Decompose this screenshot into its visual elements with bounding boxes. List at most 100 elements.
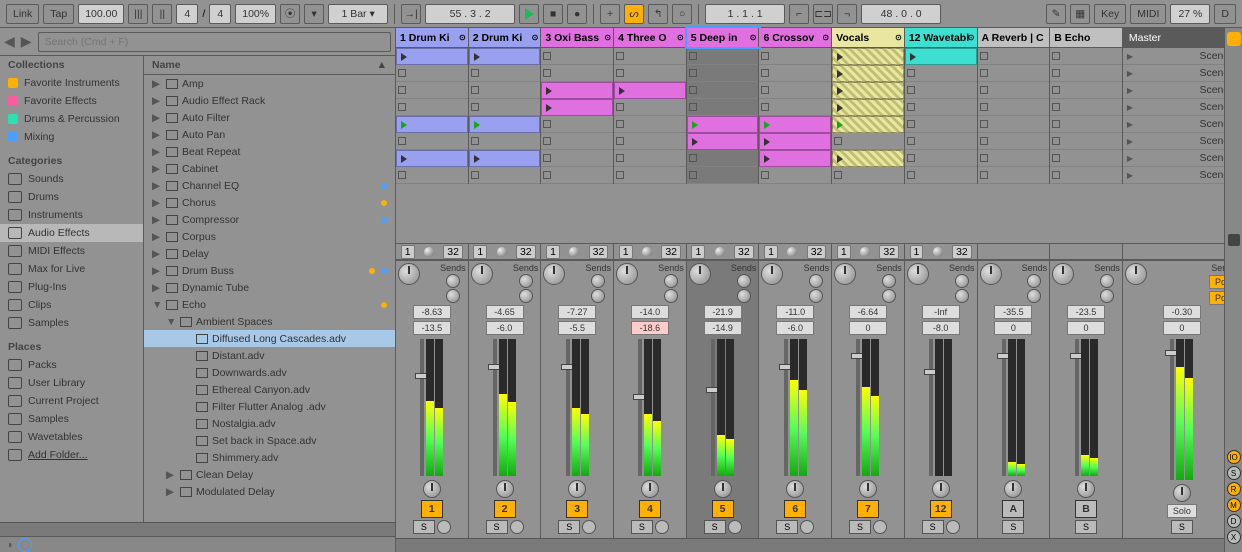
clip-play-icon[interactable] — [762, 120, 772, 130]
place-0[interactable]: Packs — [0, 356, 143, 374]
clip-stop-icon[interactable] — [689, 86, 697, 94]
track-header-6[interactable]: Vocals⊙ — [832, 28, 905, 47]
content-item-11[interactable]: ▶Drum Buss — [144, 262, 395, 279]
clip-slot-7-6[interactable] — [905, 150, 977, 167]
clip-slot-6-2[interactable] — [832, 82, 904, 99]
clip-stop-icon[interactable] — [980, 69, 988, 77]
clip-stop-icon[interactable] — [543, 137, 551, 145]
pan-dot[interactable] — [642, 247, 652, 257]
mixer-toggle[interactable]: M — [1227, 498, 1241, 512]
clip-slot-6-7[interactable] — [832, 167, 904, 184]
draw-mode-icon[interactable]: ✎ — [1046, 4, 1066, 24]
name-column-header[interactable]: Name — [152, 59, 181, 71]
clip-slot-7-1[interactable] — [905, 65, 977, 82]
disclosure-icon[interactable]: ▶ — [152, 180, 162, 192]
content-item-10[interactable]: ▶Delay — [144, 245, 395, 262]
collection-item-1[interactable]: Favorite Effects — [0, 92, 143, 110]
fader[interactable] — [929, 339, 933, 476]
disclosure-icon[interactable]: ▶ — [152, 248, 162, 260]
clip-play-icon[interactable] — [544, 103, 554, 113]
solo-button[interactable]: S — [704, 520, 726, 534]
solo-button[interactable]: S — [558, 520, 580, 534]
content-item-8[interactable]: ▶Compressor — [144, 211, 395, 228]
track-header-7[interactable]: 12 Wavetabl⊙ — [905, 28, 978, 47]
place-1[interactable]: User Library — [0, 374, 143, 392]
arm-button[interactable] — [510, 520, 524, 534]
clip-slot-2-0[interactable] — [541, 48, 613, 65]
content-item-24[interactable]: ▶Modulated Delay — [144, 483, 395, 500]
track-header-1[interactable]: 2 Drum Ki⊙ — [469, 28, 542, 47]
clip-stop-icon[interactable] — [907, 120, 915, 128]
arrange-position[interactable]: 55 . 3 . 2 — [425, 4, 515, 24]
clip-slot-2-3[interactable] — [541, 99, 613, 116]
send-a-knob[interactable] — [737, 274, 751, 288]
link-button[interactable]: Link — [6, 4, 39, 24]
content-item-16[interactable]: Distant.adv — [144, 347, 395, 364]
clip-stop-icon[interactable] — [980, 52, 988, 60]
out-ch[interactable]: 32 — [952, 245, 972, 259]
clip-slot-9-6[interactable] — [1050, 150, 1122, 167]
pan-knob[interactable] — [398, 263, 420, 285]
clip-stop-icon[interactable] — [616, 154, 624, 162]
fold-icon[interactable]: ⊙ — [895, 33, 902, 42]
out-ch[interactable]: 32 — [661, 245, 681, 259]
clip-slot-6-5[interactable] — [832, 133, 904, 150]
cue-knob[interactable] — [496, 480, 514, 498]
clip-stop-icon[interactable] — [398, 171, 406, 179]
clip-slot-1-1[interactable] — [469, 65, 541, 82]
clip-play-icon[interactable] — [472, 52, 482, 62]
content-item-3[interactable]: ▶Auto Pan — [144, 126, 395, 143]
clip-play-icon[interactable] — [617, 86, 627, 96]
clip-play-icon[interactable] — [690, 137, 700, 147]
solo-button[interactable]: S — [486, 520, 508, 534]
session-scrollbar[interactable] — [396, 538, 1242, 552]
content-item-1[interactable]: ▶Audio Effect Rack — [144, 92, 395, 109]
clip-slot-1-2[interactable] — [469, 82, 541, 99]
clip-slot-1-5[interactable] — [469, 133, 541, 150]
send-b-knob[interactable] — [737, 289, 751, 303]
clip-slot-5-4[interactable] — [759, 116, 831, 133]
disclosure-icon[interactable]: ▶ — [152, 163, 162, 175]
clip-slot-5-6[interactable] — [759, 150, 831, 167]
cue-knob[interactable] — [568, 480, 586, 498]
track-activator[interactable]: 3 — [566, 500, 588, 518]
track-activator[interactable]: 4 — [639, 500, 661, 518]
stop-button[interactable]: ■ — [543, 4, 563, 24]
clip-play-icon[interactable] — [399, 52, 409, 62]
io-toggle[interactable]: IO — [1227, 450, 1241, 464]
clip-slot-3-0[interactable] — [614, 48, 686, 65]
overdub-icon[interactable]: + — [600, 4, 620, 24]
place-2[interactable]: Current Project — [0, 392, 143, 410]
send-a-knob[interactable] — [591, 274, 605, 288]
category-sounds[interactable]: Sounds — [0, 170, 143, 188]
fold-icon[interactable]: ⊙ — [822, 33, 829, 42]
collection-item-2[interactable]: Drums & Percussion — [0, 110, 143, 128]
in-ch[interactable]: 1 — [619, 245, 633, 259]
clip-slot-1-3[interactable] — [469, 99, 541, 116]
clip-play-icon[interactable] — [835, 86, 845, 96]
track-header-2[interactable]: 3 Oxi Bass⊙ — [541, 28, 614, 47]
content-item-18[interactable]: Ethereal Canyon.adv — [144, 381, 395, 398]
clip-stop-icon[interactable] — [907, 154, 915, 162]
clip-play-icon[interactable] — [835, 120, 845, 130]
sig-denominator[interactable]: 4 — [209, 4, 231, 24]
clip-slot-4-7[interactable] — [687, 167, 759, 184]
out-ch[interactable]: 32 — [516, 245, 536, 259]
clip-stop-icon[interactable] — [616, 103, 624, 111]
clip-slot-9-3[interactable] — [1050, 99, 1122, 116]
scene-launch-icon[interactable]: ▶ — [1127, 69, 1133, 78]
category-instruments[interactable]: Instruments — [0, 206, 143, 224]
in-ch[interactable]: 1 — [910, 245, 924, 259]
automation-arm-icon[interactable]: ᔕ — [624, 4, 644, 24]
cue-knob[interactable] — [932, 480, 950, 498]
clip-stop-icon[interactable] — [907, 137, 915, 145]
scene-launch-icon[interactable]: ▶ — [1127, 86, 1133, 95]
clip-slot-9-4[interactable] — [1050, 116, 1122, 133]
content-item-6[interactable]: ▶Channel EQ — [144, 177, 395, 194]
clip-stop-icon[interactable] — [980, 171, 988, 179]
clip-stop-icon[interactable] — [1052, 86, 1060, 94]
clip-stop-icon[interactable] — [471, 69, 479, 77]
clip-play-icon[interactable] — [472, 120, 482, 130]
clip-slot-5-1[interactable] — [759, 65, 831, 82]
clip-slot-0-6[interactable] — [396, 150, 468, 167]
